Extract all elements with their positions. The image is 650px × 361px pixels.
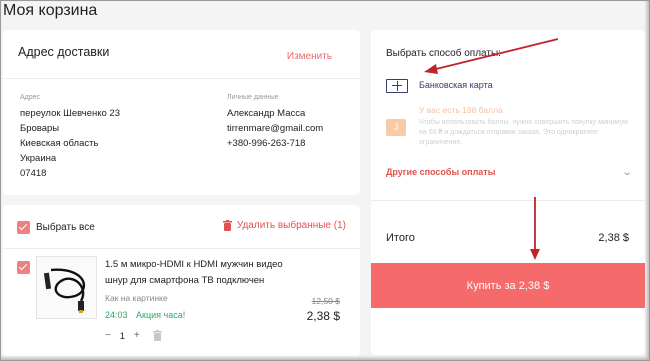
old-price: 12,50 $ xyxy=(311,296,340,306)
quantity-value[interactable]: 1 xyxy=(120,331,125,341)
buy-button[interactable]: Купить за 2,38 $ xyxy=(371,263,645,308)
item-price: 2,38 $ xyxy=(306,309,340,323)
address-city: Бровары xyxy=(20,123,60,134)
personal-email: tirrenmare@gmail.com xyxy=(227,123,324,134)
quantity-decrease-button[interactable]: − xyxy=(105,330,111,341)
cart-items-card: Выбрать все Удалить выбранные (1) 1.5 м … xyxy=(3,205,360,356)
delivery-address-card: Адрес доставки Изменить Адрес переулок Ш… xyxy=(3,30,360,195)
promo-timer-value: 24:03 xyxy=(105,310,128,320)
payment-method-title: Выбрать способ оплаты: xyxy=(386,48,501,59)
bank-card-option[interactable]: Банковская карта xyxy=(419,80,493,90)
trash-icon[interactable] xyxy=(152,330,162,341)
points-balance: У вас есть 198 балла xyxy=(419,105,503,115)
other-payment-methods-toggle[interactable]: Другие способы оплаты xyxy=(386,167,495,177)
address-divider xyxy=(3,78,360,79)
cable-product-image[interactable] xyxy=(36,256,97,319)
points-icon: J xyxy=(386,119,406,136)
change-address-link[interactable]: Изменить xyxy=(287,51,332,62)
personal-phone: +380-996-263-718 xyxy=(227,138,306,149)
item-checkbox[interactable] xyxy=(17,261,30,274)
promo-label: Акция часа! xyxy=(136,310,186,320)
address-country: Украина xyxy=(20,153,57,164)
quantity-stepper: − 1 + xyxy=(105,330,162,341)
personal-name: Александр Масса xyxy=(227,108,306,119)
delivery-address-title: Адрес доставки xyxy=(18,45,110,59)
promo-timer: 24:03 Акция часа! xyxy=(105,310,185,320)
card-plus-icon[interactable] xyxy=(386,79,408,93)
personal-data-label: Личные данные xyxy=(227,94,279,101)
delete-selected-label: Удалить выбранные (1) xyxy=(236,220,346,231)
address-region: Киевская область xyxy=(20,138,99,149)
page-title: Моя корзина xyxy=(3,2,98,19)
select-all-label[interactable]: Выбрать все xyxy=(36,222,95,233)
total-label: Итого xyxy=(386,232,415,244)
delete-selected-button[interactable]: Удалить выбранные (1) xyxy=(222,220,346,231)
chevron-down-icon[interactable]: ⌄ xyxy=(621,167,632,178)
product-variant: Как на картинке xyxy=(105,293,168,303)
address-street: переулок Шевченко 23 xyxy=(20,108,121,119)
payment-card: Выбрать способ оплаты: Банковская карта … xyxy=(371,30,645,355)
trash-icon xyxy=(222,220,232,231)
address-zip: 07418 xyxy=(20,168,47,179)
items-divider xyxy=(3,248,360,249)
select-all-checkbox[interactable] xyxy=(17,221,30,234)
points-note: Чтобы использовать баллы, нужно совершит… xyxy=(419,119,628,146)
quantity-increase-button[interactable]: + xyxy=(134,330,140,341)
address-label: Адрес xyxy=(20,94,41,101)
payment-divider xyxy=(371,200,645,201)
total-value: 2,38 $ xyxy=(598,232,629,244)
product-name[interactable]: 1.5 м микро-HDMI к HDMI мужчин видео шну… xyxy=(105,257,290,289)
